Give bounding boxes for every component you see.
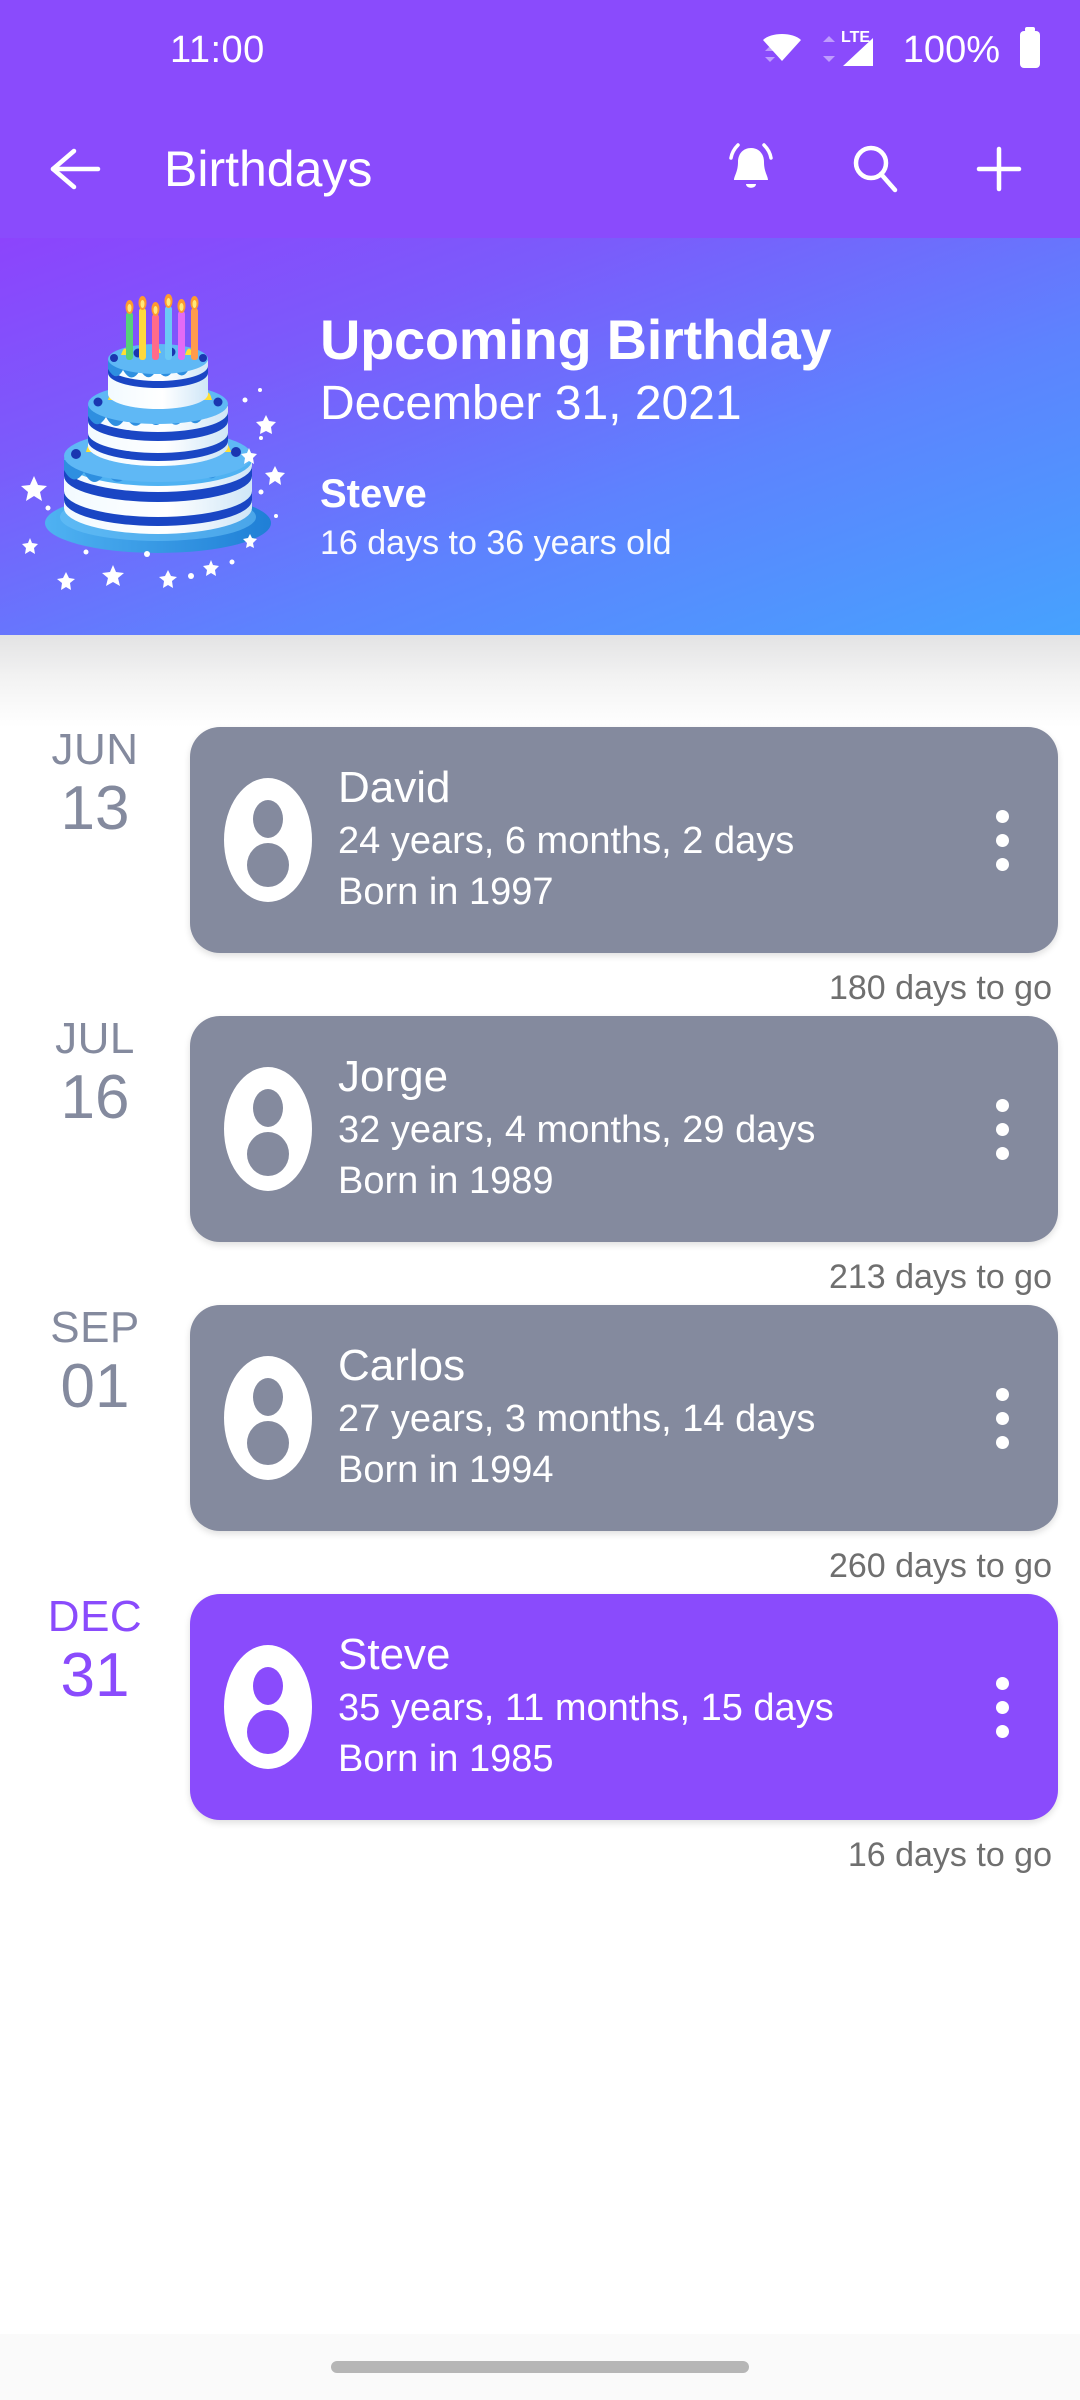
navigation-bar — [0, 2334, 1080, 2400]
row-content: David 24 years, 6 months, 2 days Born in… — [190, 727, 1080, 1008]
avatar — [220, 1062, 316, 1196]
row-day: 31 — [60, 1641, 130, 1711]
days-to-go-label: 260 days to go — [828, 1547, 1052, 1585]
row-date: JUL 16 — [0, 1014, 190, 1133]
search-button[interactable] — [844, 138, 906, 200]
list-item[interactable]: SEP 01 Carlos 27 years, 3 months, 14 day… — [0, 1303, 1080, 1586]
app-screen: 11:00 LTE 100% Birthdays Upcoming Birthd… — [0, 0, 1080, 2400]
row-content: Carlos 27 years, 3 months, 14 days Born … — [190, 1305, 1080, 1586]
hero-person-name: Steve — [320, 472, 427, 517]
lte-signal-icon: LTE — [821, 26, 883, 75]
overflow-menu-icon[interactable] — [972, 1676, 1032, 1738]
avatar — [220, 1640, 316, 1774]
person-born: Born in 1997 — [338, 871, 554, 914]
row-date: JUN 13 — [0, 725, 190, 844]
wifi-icon — [759, 27, 805, 74]
card-body: Carlos 27 years, 3 months, 14 days Born … — [338, 1340, 972, 1495]
hero-date: December 31, 2021 — [320, 377, 742, 431]
status-icons: LTE 100% — [759, 26, 1044, 75]
row-date: DEC 31 — [0, 1592, 190, 1711]
card-body: Jorge 32 years, 4 months, 29 days Born i… — [338, 1051, 972, 1206]
birthday-card[interactable]: Jorge 32 years, 4 months, 29 days Born i… — [190, 1016, 1058, 1242]
row-day: 13 — [60, 774, 130, 844]
birthday-list[interactable]: JUN 13 David 24 years, 6 months, 2 days — [0, 725, 1080, 1875]
svg-text:LTE: LTE — [841, 29, 870, 46]
person-name: Jorge — [338, 1052, 449, 1102]
person-age: 35 years, 11 months, 15 days — [338, 1687, 834, 1730]
upcoming-birthday-banner[interactable]: Upcoming Birthday December 31, 2021 Stev… — [0, 238, 1080, 635]
battery-percent-label: 100% — [902, 28, 1000, 71]
list-item[interactable]: JUL 16 Jorge 32 years, 4 months, 29 days — [0, 1014, 1080, 1297]
plus-icon — [976, 146, 1022, 192]
list-item[interactable]: DEC 31 Steve 35 years, 11 months, 15 day… — [0, 1592, 1080, 1875]
hero-text-block: Upcoming Birthday December 31, 2021 Stev… — [320, 307, 832, 563]
hero-title: Upcoming Birthday — [320, 307, 832, 371]
person-age: 24 years, 6 months, 2 days — [338, 820, 795, 863]
person-name: Carlos — [338, 1341, 466, 1391]
person-name: David — [338, 763, 451, 813]
row-month: JUN — [51, 725, 139, 774]
scroll-shadow — [0, 635, 1080, 727]
row-content: Steve 35 years, 11 months, 15 days Born … — [190, 1594, 1080, 1875]
birthday-card[interactable]: David 24 years, 6 months, 2 days Born in… — [190, 727, 1058, 953]
row-day: 01 — [60, 1352, 130, 1422]
birthday-card[interactable]: Carlos 27 years, 3 months, 14 days Born … — [190, 1305, 1058, 1531]
person-age: 32 years, 4 months, 29 days — [338, 1109, 816, 1152]
search-icon — [853, 145, 898, 193]
list-item[interactable]: JUN 13 David 24 years, 6 months, 2 days — [0, 725, 1080, 1008]
row-day: 16 — [60, 1063, 130, 1133]
card-body: David 24 years, 6 months, 2 days Born in… — [338, 762, 972, 917]
row-month: DEC — [47, 1592, 143, 1641]
row-month: SEP — [50, 1303, 140, 1352]
overflow-menu-icon[interactable] — [972, 1098, 1032, 1160]
overflow-menu-icon[interactable] — [972, 809, 1032, 871]
row-content: Jorge 32 years, 4 months, 29 days Born i… — [190, 1016, 1080, 1297]
days-to-go-label: 213 days to go — [828, 1258, 1052, 1296]
avatar — [220, 1351, 316, 1485]
birthday-cake-illustration — [8, 280, 308, 600]
status-time: 11:00 — [170, 28, 265, 71]
person-born: Born in 1985 — [338, 1738, 554, 1781]
back-button[interactable] — [46, 138, 108, 200]
person-born: Born in 1994 — [338, 1449, 554, 1492]
bell-icon — [729, 143, 773, 188]
row-date: SEP 01 — [0, 1303, 190, 1422]
overflow-menu-icon[interactable] — [972, 1387, 1032, 1449]
birthday-card[interactable]: Steve 35 years, 11 months, 15 days Born … — [190, 1594, 1058, 1820]
person-born: Born in 1989 — [338, 1160, 554, 1203]
days-to-go-label: 16 days to go — [847, 1836, 1052, 1874]
person-name: Steve — [338, 1630, 451, 1680]
hero-subtitle: 16 days to 36 years old — [320, 524, 672, 563]
page-title: Birthdays — [164, 141, 373, 197]
card-body: Steve 35 years, 11 months, 15 days Born … — [338, 1629, 972, 1784]
status-bar: 11:00 LTE 100% — [0, 0, 1080, 100]
person-age: 27 years, 3 months, 14 days — [338, 1398, 816, 1441]
row-month: JUL — [55, 1014, 135, 1063]
notifications-button[interactable] — [720, 138, 782, 200]
add-birthday-button[interactable] — [968, 138, 1030, 200]
battery-icon — [1016, 26, 1044, 75]
app-bar: Birthdays — [0, 100, 1080, 238]
app-bar-actions — [720, 138, 1030, 200]
avatar — [220, 773, 316, 907]
home-gesture-pill[interactable] — [331, 2361, 749, 2373]
days-to-go-label: 180 days to go — [828, 969, 1052, 1007]
